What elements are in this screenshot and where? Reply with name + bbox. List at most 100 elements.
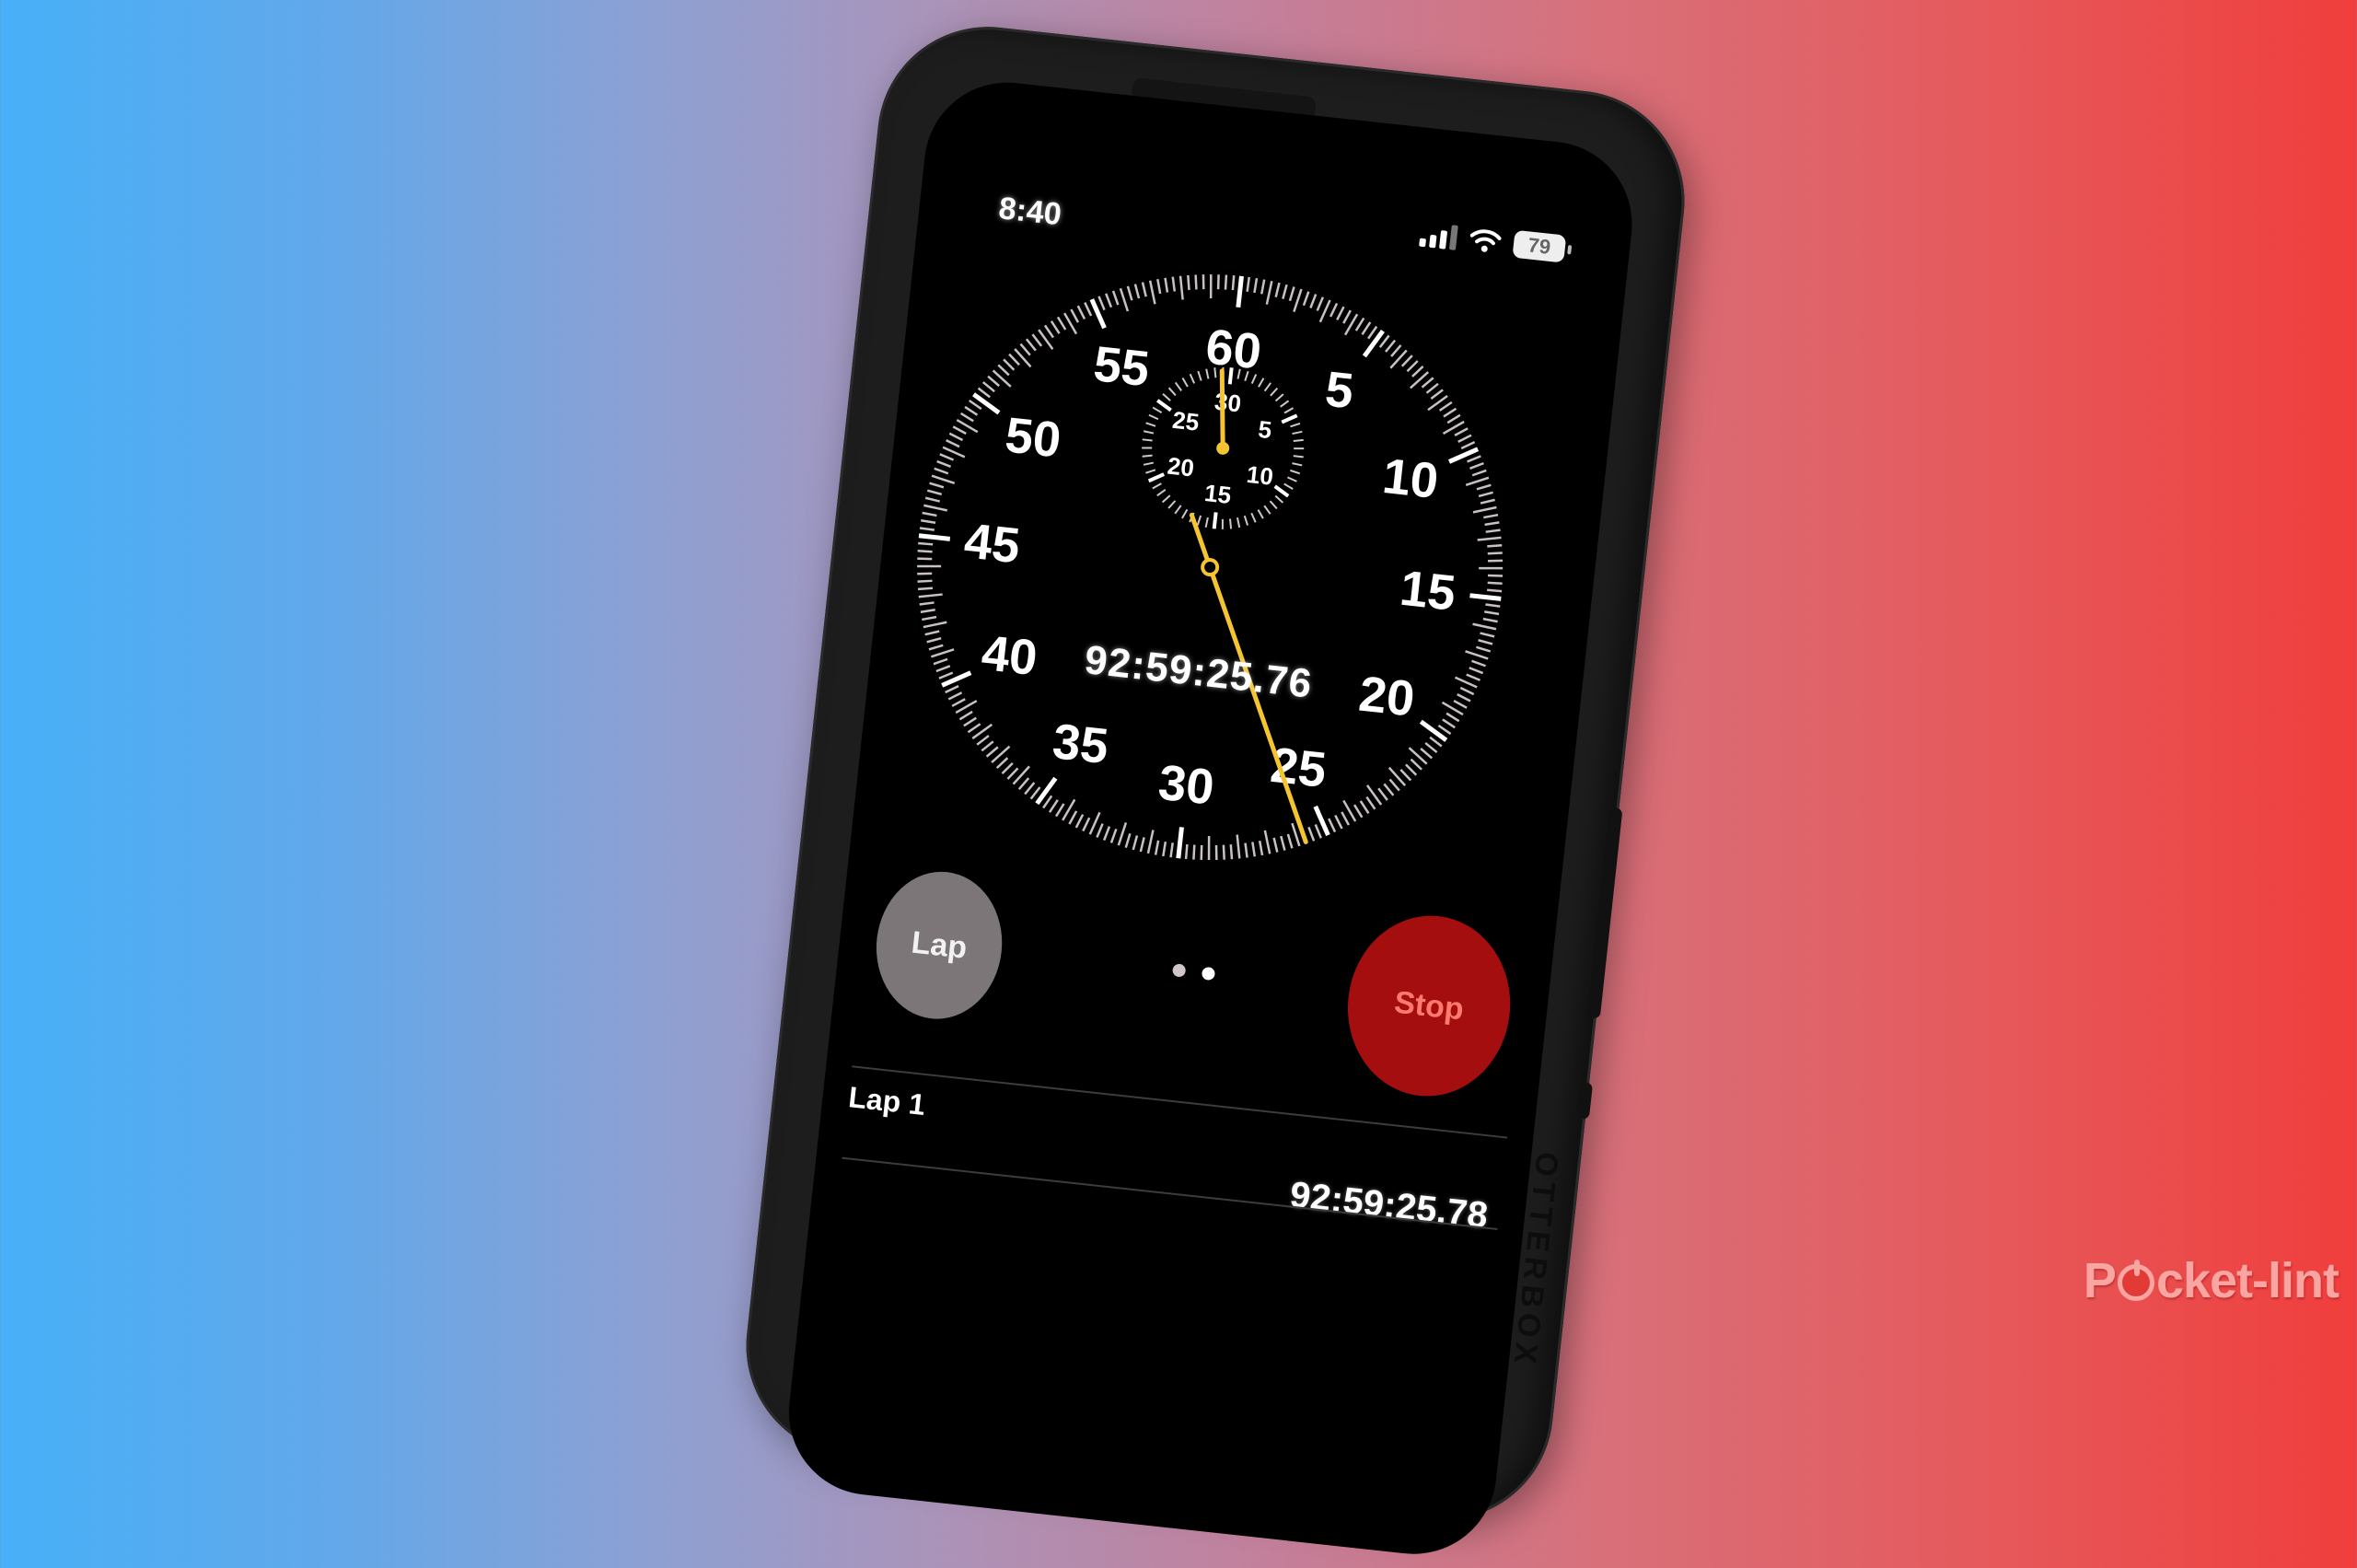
subdial-tick <box>1148 413 1159 421</box>
subdial-tick <box>1181 508 1189 519</box>
subdial-tick <box>1189 373 1196 384</box>
dial-tick <box>1192 844 1196 860</box>
dial-tick <box>936 459 952 469</box>
dial-tick <box>1411 366 1424 377</box>
dial-major-tick <box>1447 447 1480 464</box>
dial-tick <box>923 504 948 512</box>
subdial-tick <box>1196 515 1202 526</box>
dial-tick <box>939 453 955 461</box>
dial-tick <box>1117 822 1128 846</box>
dial-tick <box>1194 274 1198 290</box>
dial-tick <box>1024 782 1036 796</box>
dial-tick <box>1111 290 1120 306</box>
subdial-tick <box>1292 462 1303 467</box>
dial-tick <box>1307 826 1316 842</box>
subdial-tick <box>1147 472 1165 483</box>
subdial-tick <box>1290 422 1301 428</box>
dial-tick <box>1353 804 1364 819</box>
dial-tick <box>1184 843 1189 860</box>
dial-tick <box>1019 343 1031 356</box>
dial-label: 10 <box>1380 448 1441 509</box>
dial-major-tick <box>1236 275 1244 308</box>
dial-tick <box>1478 491 1493 498</box>
power-icon <box>2117 1260 2154 1301</box>
dial-tick <box>1043 324 1054 339</box>
dial-tick <box>1485 528 1501 533</box>
page-dot-2[interactable] <box>1201 966 1216 981</box>
dial-tick <box>1467 455 1481 463</box>
dial-tick <box>1482 617 1498 623</box>
watermark-suffix: cket-lint <box>2155 1253 2340 1308</box>
dial-tick <box>1202 274 1205 290</box>
dial-major-tick <box>1176 827 1184 859</box>
dial-tick <box>1487 588 1503 593</box>
side-button-lower[interactable] <box>1575 1081 1594 1121</box>
dial-label: 50 <box>1003 407 1063 468</box>
dial-tick <box>971 723 993 740</box>
dial-label: 55 <box>1091 336 1152 397</box>
subdial-tick <box>1243 515 1249 526</box>
second-hand-pivot <box>1201 558 1220 577</box>
dial-label: 30 <box>1155 755 1216 816</box>
dial-tick <box>1484 610 1500 616</box>
page-dot-1[interactable] <box>1171 963 1187 978</box>
dial-tick <box>1097 296 1106 311</box>
dial-tick <box>947 691 963 701</box>
dial-tick <box>1336 306 1345 321</box>
dial-tick <box>1342 309 1352 324</box>
dial-tick <box>1133 284 1141 299</box>
dial-tick <box>1457 434 1472 444</box>
subdial-label: 25 <box>1171 406 1201 436</box>
dial-tick <box>924 496 941 503</box>
dial-tick <box>938 671 954 679</box>
cellular-signal-icon <box>1419 221 1458 250</box>
dial-tick <box>1139 837 1145 853</box>
dial-tick <box>1472 622 1497 631</box>
dial-tick <box>1154 840 1160 855</box>
dial-tick <box>1329 302 1339 318</box>
side-button[interactable] <box>1586 807 1623 1019</box>
dial-tick <box>1388 778 1400 792</box>
stop-button[interactable]: Stop <box>1339 907 1520 1105</box>
dial-tick <box>945 684 959 694</box>
dial-major-tick <box>1362 329 1385 358</box>
dial-tick <box>1162 841 1167 857</box>
dial-label: 35 <box>1050 714 1110 774</box>
dial-tick <box>1146 830 1155 854</box>
dial-tick <box>1224 274 1228 290</box>
dial-tick <box>1408 747 1428 765</box>
dial-tick <box>1156 278 1162 295</box>
dial-tick <box>918 593 943 598</box>
dial-tick <box>1244 842 1248 858</box>
subdial-tick <box>1155 399 1172 412</box>
dial-major-tick <box>1089 298 1107 330</box>
dial-tick <box>1038 329 1054 350</box>
dial-tick <box>1070 308 1080 323</box>
dial-tick <box>1390 344 1402 357</box>
dial-tick <box>1472 505 1497 514</box>
subdial-tick <box>1212 512 1218 529</box>
dial-tick <box>1012 765 1030 785</box>
analog-stopwatch-dial[interactable]: 60 5 10 15 20 25 30 35 40 45 50 55 30 5 10 15 20 25 92:59… <box>875 232 1544 901</box>
dial-tick <box>952 425 967 436</box>
subdial-tick <box>1221 518 1224 529</box>
dial-tick <box>1334 815 1343 830</box>
subdial-tick <box>1280 400 1290 408</box>
dial-tick <box>1389 349 1408 369</box>
dial-tick <box>1420 748 1434 760</box>
dial-tick <box>917 564 942 568</box>
dial-tick <box>1200 844 1203 860</box>
dial-tick <box>1207 836 1211 861</box>
subdial-tick <box>1287 476 1297 482</box>
dial-tick <box>1485 603 1501 608</box>
dial-tick <box>1260 279 1266 295</box>
dial-tick <box>1231 275 1236 291</box>
subdial-tick <box>1290 469 1301 475</box>
dial-tick <box>1476 645 1492 653</box>
dial-tick <box>931 474 956 485</box>
dial-tick <box>922 511 937 517</box>
subdial-label: 15 <box>1203 479 1233 509</box>
battery-icon: 79 <box>1512 229 1567 263</box>
dial-tick <box>1006 767 1019 780</box>
dial-tick <box>917 579 933 583</box>
